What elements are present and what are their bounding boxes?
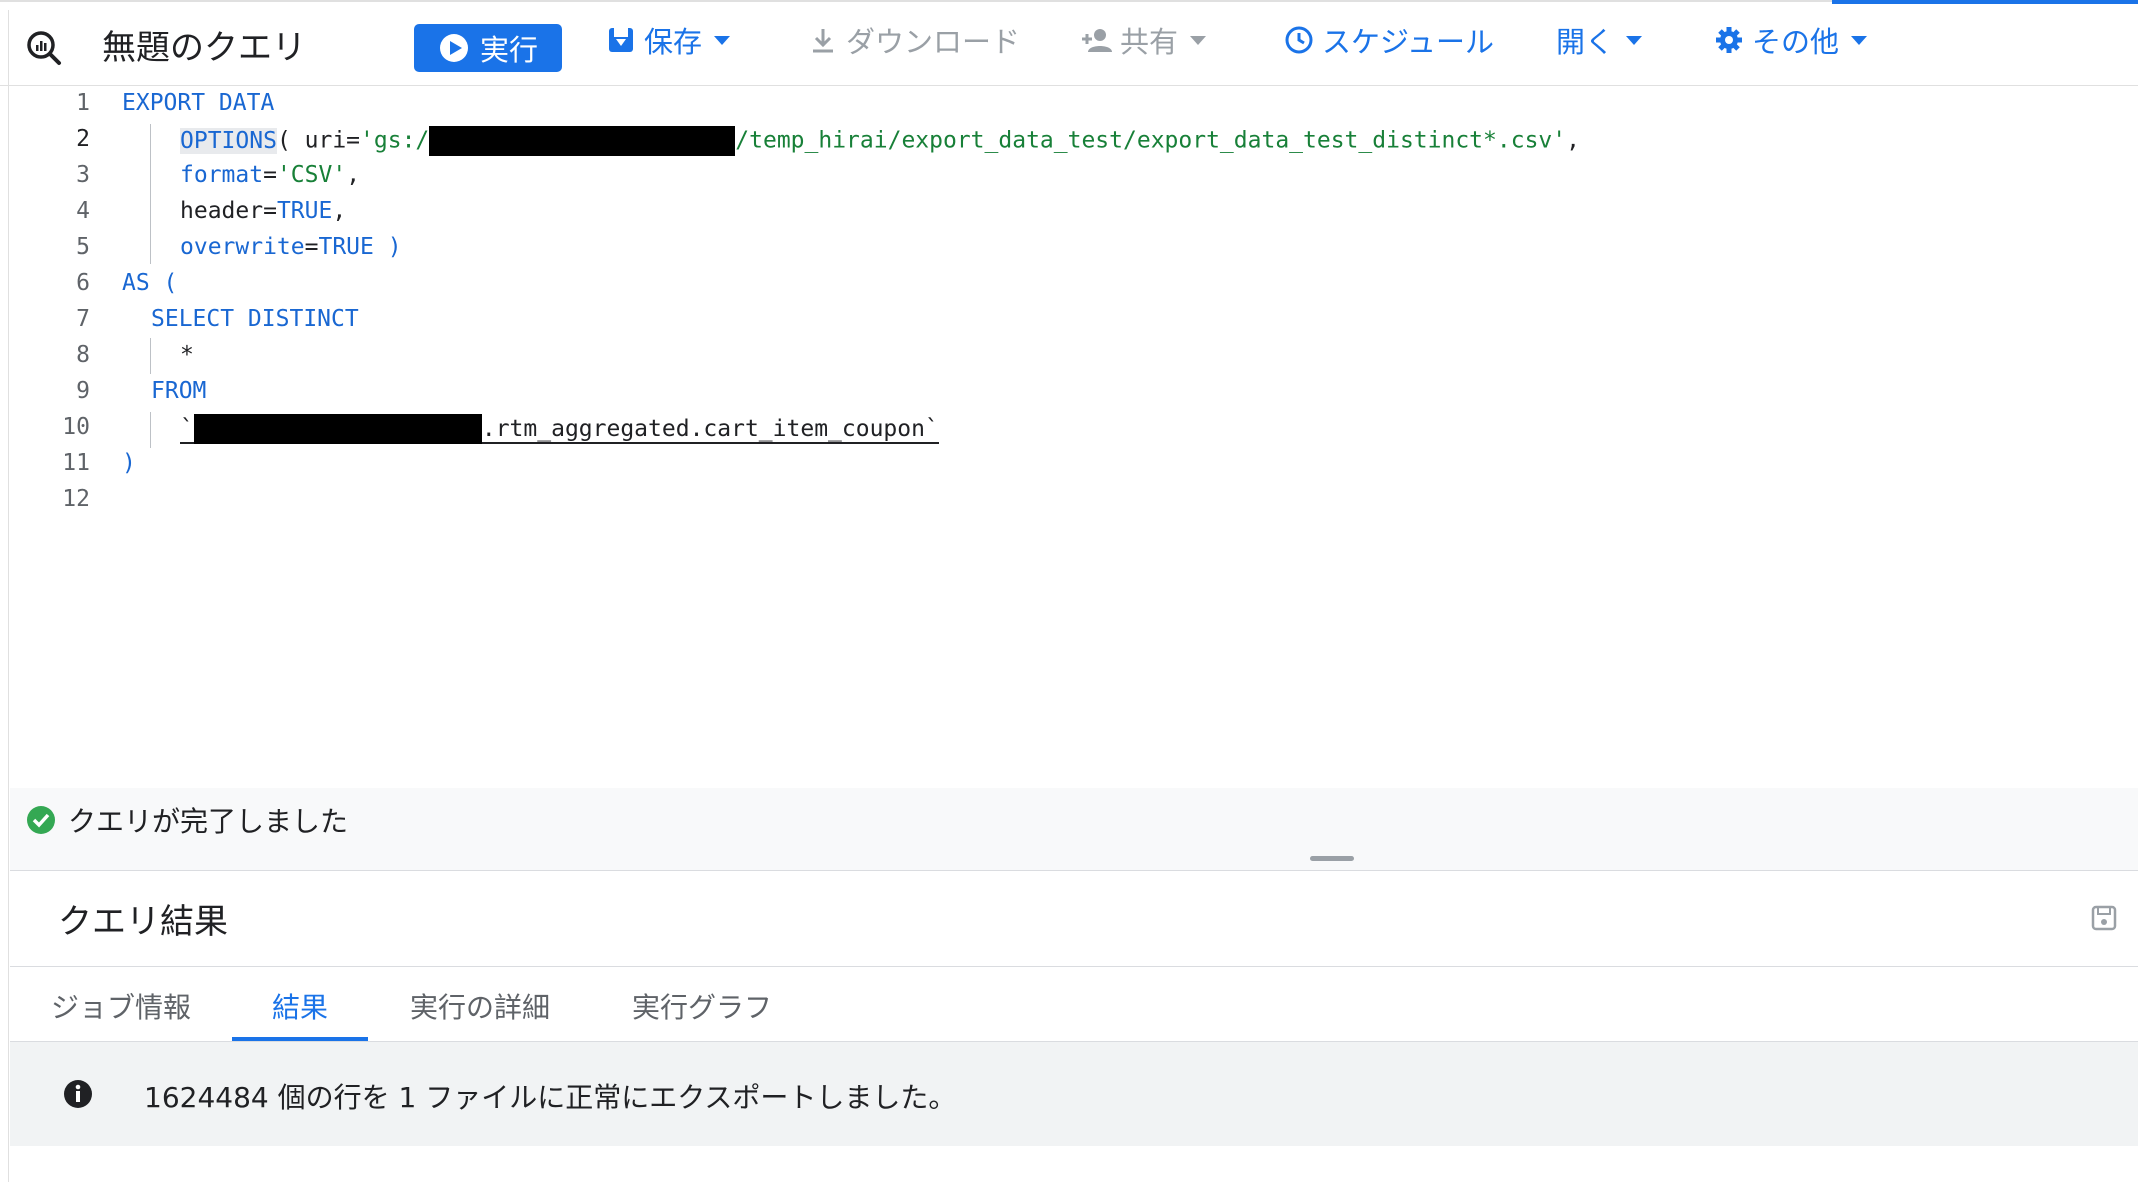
tab-execution-details[interactable]: 実行の詳細 [410, 986, 550, 1026]
save-menu-button[interactable]: 保存 [604, 16, 731, 64]
code-line-5: overwrite=TRUE ) [180, 234, 402, 260]
code-line-4: header=TRUE, [180, 198, 346, 224]
top-progress-track [0, 0, 2138, 10]
save-results-icon[interactable] [2090, 904, 2118, 932]
code-token: ) [122, 450, 136, 476]
indent-guide [150, 412, 151, 448]
results-title: クエリ結果 [58, 902, 228, 942]
query-title[interactable]: 無題のクエリ [102, 20, 306, 69]
query-status: クエリが完了しました [26, 800, 348, 840]
line-number: 11 [62, 450, 90, 476]
code-token: 'gs:/ [360, 127, 430, 154]
code-token: ( uri= [276, 127, 361, 154]
code-line-7: SELECT DISTINCT [151, 306, 359, 332]
table-reference-link[interactable]: .rtm_aggregated.cart_item_coupon` [481, 415, 939, 444]
redacted-bucket [429, 126, 736, 156]
code-token: TRUE ) [318, 234, 402, 260]
results-tabs: ジョブ情報 結果 実行の詳細 実行グラフ [10, 968, 2138, 1042]
person-add-icon [1080, 23, 1114, 57]
code-token: AS ( [122, 270, 178, 296]
gear-icon [1712, 23, 1746, 57]
line-number: 5 [76, 234, 90, 260]
code-token: overwrite [180, 234, 305, 260]
check-circle-icon [26, 805, 56, 835]
code-line-6: AS ( [122, 270, 177, 296]
top-progress-bar [1832, 0, 2138, 4]
line-number: 8 [76, 342, 90, 368]
query-magnifier-icon [27, 31, 61, 65]
code-token: , [332, 198, 347, 224]
export-info-banner: 1624484 個の行を 1 ファイルに正常にエクスポートしました。 [10, 1042, 2138, 1146]
code-line-3: format='CSV', [180, 162, 360, 188]
code-line-9: FROM [151, 378, 206, 404]
play-circle-icon [438, 32, 470, 64]
active-tab-indicator [232, 1037, 368, 1041]
line-number: 2 [76, 126, 90, 152]
code-token: 'CSV' [276, 162, 347, 188]
code-token: SELECT DISTINCT [151, 306, 359, 332]
save-icon [604, 23, 638, 57]
schedule-button[interactable]: スケジュール [1282, 16, 1494, 64]
line-number: 4 [76, 198, 90, 224]
code-token: * [180, 342, 194, 368]
open-label: 開く [1556, 25, 1615, 59]
line-number: 1 [76, 90, 90, 116]
run-button[interactable]: 実行 [414, 24, 562, 72]
chevron-down-icon [714, 35, 731, 45]
line-number: 6 [76, 270, 90, 296]
left-edge-divider [8, 10, 9, 1182]
download-icon [806, 23, 840, 57]
tab-job-info[interactable]: ジョブ情報 [51, 986, 191, 1026]
resize-handle[interactable] [1310, 856, 1354, 861]
indent-guide [150, 124, 151, 264]
info-message: 1624484 個の行を 1 ファイルに正常にエクスポートしました。 [144, 1081, 957, 1114]
code-token: /temp_hirai/export_data_test/export_data… [735, 127, 1567, 154]
chevron-down-icon [1190, 35, 1207, 45]
indent-guide [150, 338, 151, 374]
code-token: EXPORT DATA [122, 90, 275, 116]
chevron-down-icon [1851, 35, 1868, 45]
chevron-down-icon [1626, 35, 1643, 45]
code-token: = [304, 234, 319, 260]
code-token: ` [180, 415, 194, 444]
tab-results[interactable]: 結果 [272, 986, 328, 1026]
code-token: = [263, 162, 277, 188]
run-button-label: 実行 [479, 33, 538, 67]
clock-icon [1282, 23, 1316, 57]
open-menu-button[interactable]: 開く [1556, 16, 1643, 64]
code-token: FROM [151, 378, 207, 404]
code-token: header= [180, 198, 277, 224]
download-label: ダウンロード [846, 25, 1021, 59]
status-message: クエリが完了しました [68, 805, 349, 838]
code-line-2: OPTIONS( uri='gs:/ /temp_hirai/export_dat… [180, 126, 1580, 156]
line-number: 7 [76, 306, 90, 332]
panel-divider [10, 870, 2138, 871]
share-menu-button[interactable]: 共有 [1080, 16, 1207, 64]
redacted-project [193, 414, 482, 444]
more-label: その他 [1752, 25, 1840, 59]
code-line-10: ` .rtm_aggregated.cart_item_coupon` [180, 414, 939, 444]
code-token: , [1566, 127, 1580, 154]
save-label: 保存 [644, 25, 703, 59]
code-line-1: EXPORT DATA [122, 90, 274, 116]
share-label: 共有 [1120, 25, 1179, 59]
more-menu-button[interactable]: その他 [1712, 16, 1868, 64]
code-token: TRUE [276, 198, 333, 224]
schedule-label: スケジュール [1322, 25, 1494, 59]
line-number: 9 [76, 378, 90, 404]
code-token: OPTIONS [180, 127, 277, 154]
line-number: 12 [62, 486, 90, 512]
download-button[interactable]: ダウンロード [806, 16, 1020, 64]
results-divider [10, 966, 2138, 967]
code-line-11: ) [122, 450, 136, 476]
line-number: 10 [62, 414, 90, 440]
tab-execution-graph[interactable]: 実行グラフ [632, 986, 772, 1026]
info-icon [64, 1080, 92, 1108]
code-token: , [346, 162, 361, 188]
line-number: 3 [76, 162, 90, 188]
code-line-8: * [180, 342, 194, 368]
code-token: format [180, 162, 264, 188]
